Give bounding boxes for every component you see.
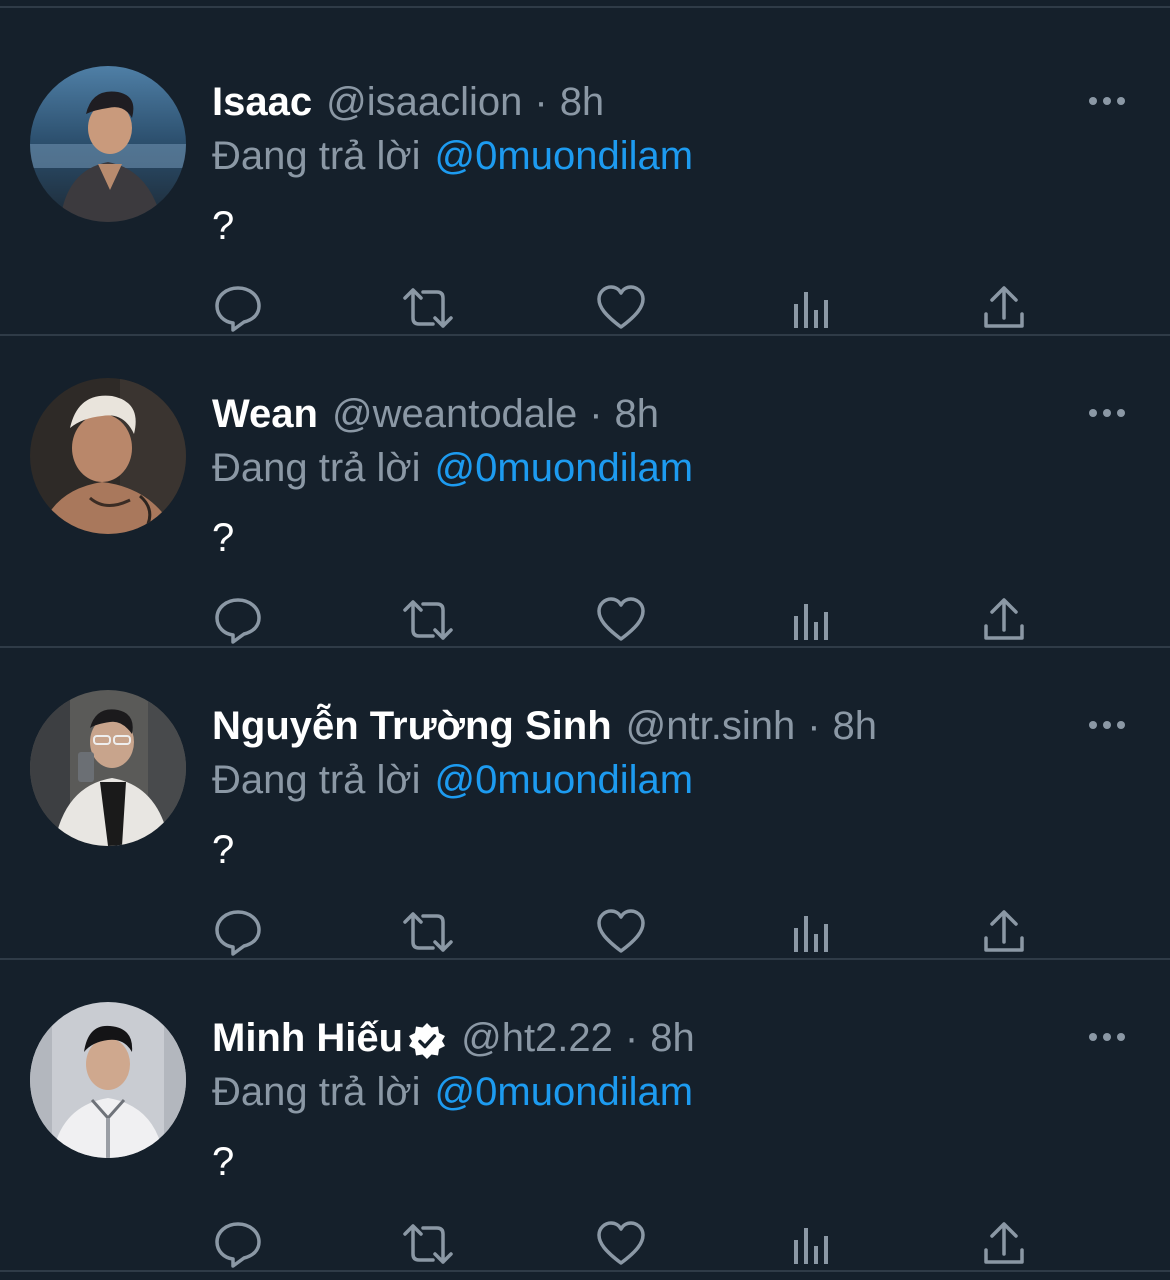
timestamp[interactable]: 8h: [833, 696, 878, 756]
separator-dot: ·: [589, 392, 603, 436]
reply-icon[interactable]: [212, 1218, 264, 1270]
tweet-header: Minh Hiếu @ht2.22 · 8h: [212, 1008, 695, 1068]
analytics-icon[interactable]: [788, 1218, 840, 1270]
avatar[interactable]: [30, 690, 186, 846]
replying-to-label: Đang trả lời: [212, 446, 421, 490]
tweet[interactable]: Minh Hiếu @ht2.22 · 8h Đang trả lời @0muo…: [0, 960, 1170, 1272]
share-icon[interactable]: [978, 282, 1030, 334]
reply-mention-link[interactable]: @0muondilam: [435, 134, 694, 178]
tweet-text: ?: [212, 1140, 235, 1184]
top-divider: [0, 6, 1170, 8]
timestamp[interactable]: 8h: [615, 384, 660, 444]
reply-mention-link[interactable]: @0muondilam: [435, 1070, 694, 1114]
display-name[interactable]: Minh Hiếu: [212, 1008, 403, 1068]
replying-to-label: Đang trả lời: [212, 1070, 421, 1114]
retweet-icon[interactable]: [402, 906, 454, 958]
replying-to: Đang trả lời @0muondilam: [212, 126, 693, 186]
tweet-text: ?: [212, 516, 235, 560]
share-icon[interactable]: [978, 906, 1030, 958]
reply-icon[interactable]: [212, 906, 264, 958]
user-handle[interactable]: @ntr.sinh: [626, 696, 796, 756]
tweet[interactable]: Nguyễn Trường Sinh @ntr.sinh · 8h Đang t…: [0, 648, 1170, 960]
tweet-divider: [0, 1270, 1170, 1272]
like-heart-icon[interactable]: [595, 1218, 647, 1270]
more-icon[interactable]: [1086, 398, 1128, 428]
more-icon[interactable]: [1086, 1022, 1128, 1052]
avatar[interactable]: [30, 378, 186, 534]
reply-mention-link[interactable]: @0muondilam: [435, 446, 694, 490]
reply-icon[interactable]: [212, 282, 264, 334]
tweet-header: Wean @weantodale · 8h: [212, 384, 659, 444]
user-handle[interactable]: @isaaclion: [326, 72, 522, 132]
tweet-header: Nguyễn Trường Sinh @ntr.sinh · 8h: [212, 696, 877, 756]
tweet-text: ?: [212, 828, 235, 872]
display-name[interactable]: Nguyễn Trường Sinh: [212, 696, 612, 756]
analytics-icon[interactable]: [788, 282, 840, 334]
share-icon[interactable]: [978, 1218, 1030, 1270]
tweet-header: Isaac @isaaclion · 8h: [212, 72, 604, 132]
verified-badge-icon: [407, 1018, 447, 1059]
like-heart-icon[interactable]: [595, 282, 647, 334]
tweet[interactable]: Wean @weantodale · 8h Đang trả lời @0muon…: [0, 336, 1170, 648]
reply-icon[interactable]: [212, 594, 264, 646]
action-bar: [0, 906, 1170, 966]
like-heart-icon[interactable]: [595, 906, 647, 958]
display-name[interactable]: Isaac: [212, 72, 312, 132]
action-bar: [0, 282, 1170, 342]
replying-to: Đang trả lời @0muondilam: [212, 438, 693, 498]
action-bar: [0, 594, 1170, 654]
separator-dot: ·: [807, 704, 821, 748]
display-name[interactable]: Wean: [212, 384, 318, 444]
timestamp[interactable]: 8h: [560, 72, 605, 132]
reply-mention-link[interactable]: @0muondilam: [435, 758, 694, 802]
analytics-icon[interactable]: [788, 594, 840, 646]
retweet-icon[interactable]: [402, 594, 454, 646]
share-icon[interactable]: [978, 594, 1030, 646]
avatar[interactable]: [30, 1002, 186, 1158]
avatar[interactable]: [30, 66, 186, 222]
separator-dot: ·: [534, 80, 548, 124]
more-icon[interactable]: [1086, 710, 1128, 740]
more-icon[interactable]: [1086, 86, 1128, 116]
analytics-icon[interactable]: [788, 906, 840, 958]
tweet-text: ?: [212, 204, 235, 248]
replying-to-label: Đang trả lời: [212, 134, 421, 178]
separator-dot: ·: [624, 1016, 639, 1060]
replying-to: Đang trả lời @0muondilam: [212, 1062, 693, 1122]
action-bar: [0, 1218, 1170, 1278]
like-heart-icon[interactable]: [595, 594, 647, 646]
retweet-icon[interactable]: [402, 282, 454, 334]
retweet-icon[interactable]: [402, 1218, 454, 1270]
replying-to: Đang trả lời @0muondilam: [212, 750, 693, 810]
tweet[interactable]: Isaac @isaaclion · 8h Đang trả lời @0muon…: [0, 24, 1170, 336]
timestamp[interactable]: 8h: [650, 1008, 695, 1068]
user-handle[interactable]: @weantodale: [332, 384, 577, 444]
user-handle[interactable]: @ht2.22: [461, 1008, 613, 1068]
replying-to-label: Đang trả lời: [212, 758, 421, 802]
